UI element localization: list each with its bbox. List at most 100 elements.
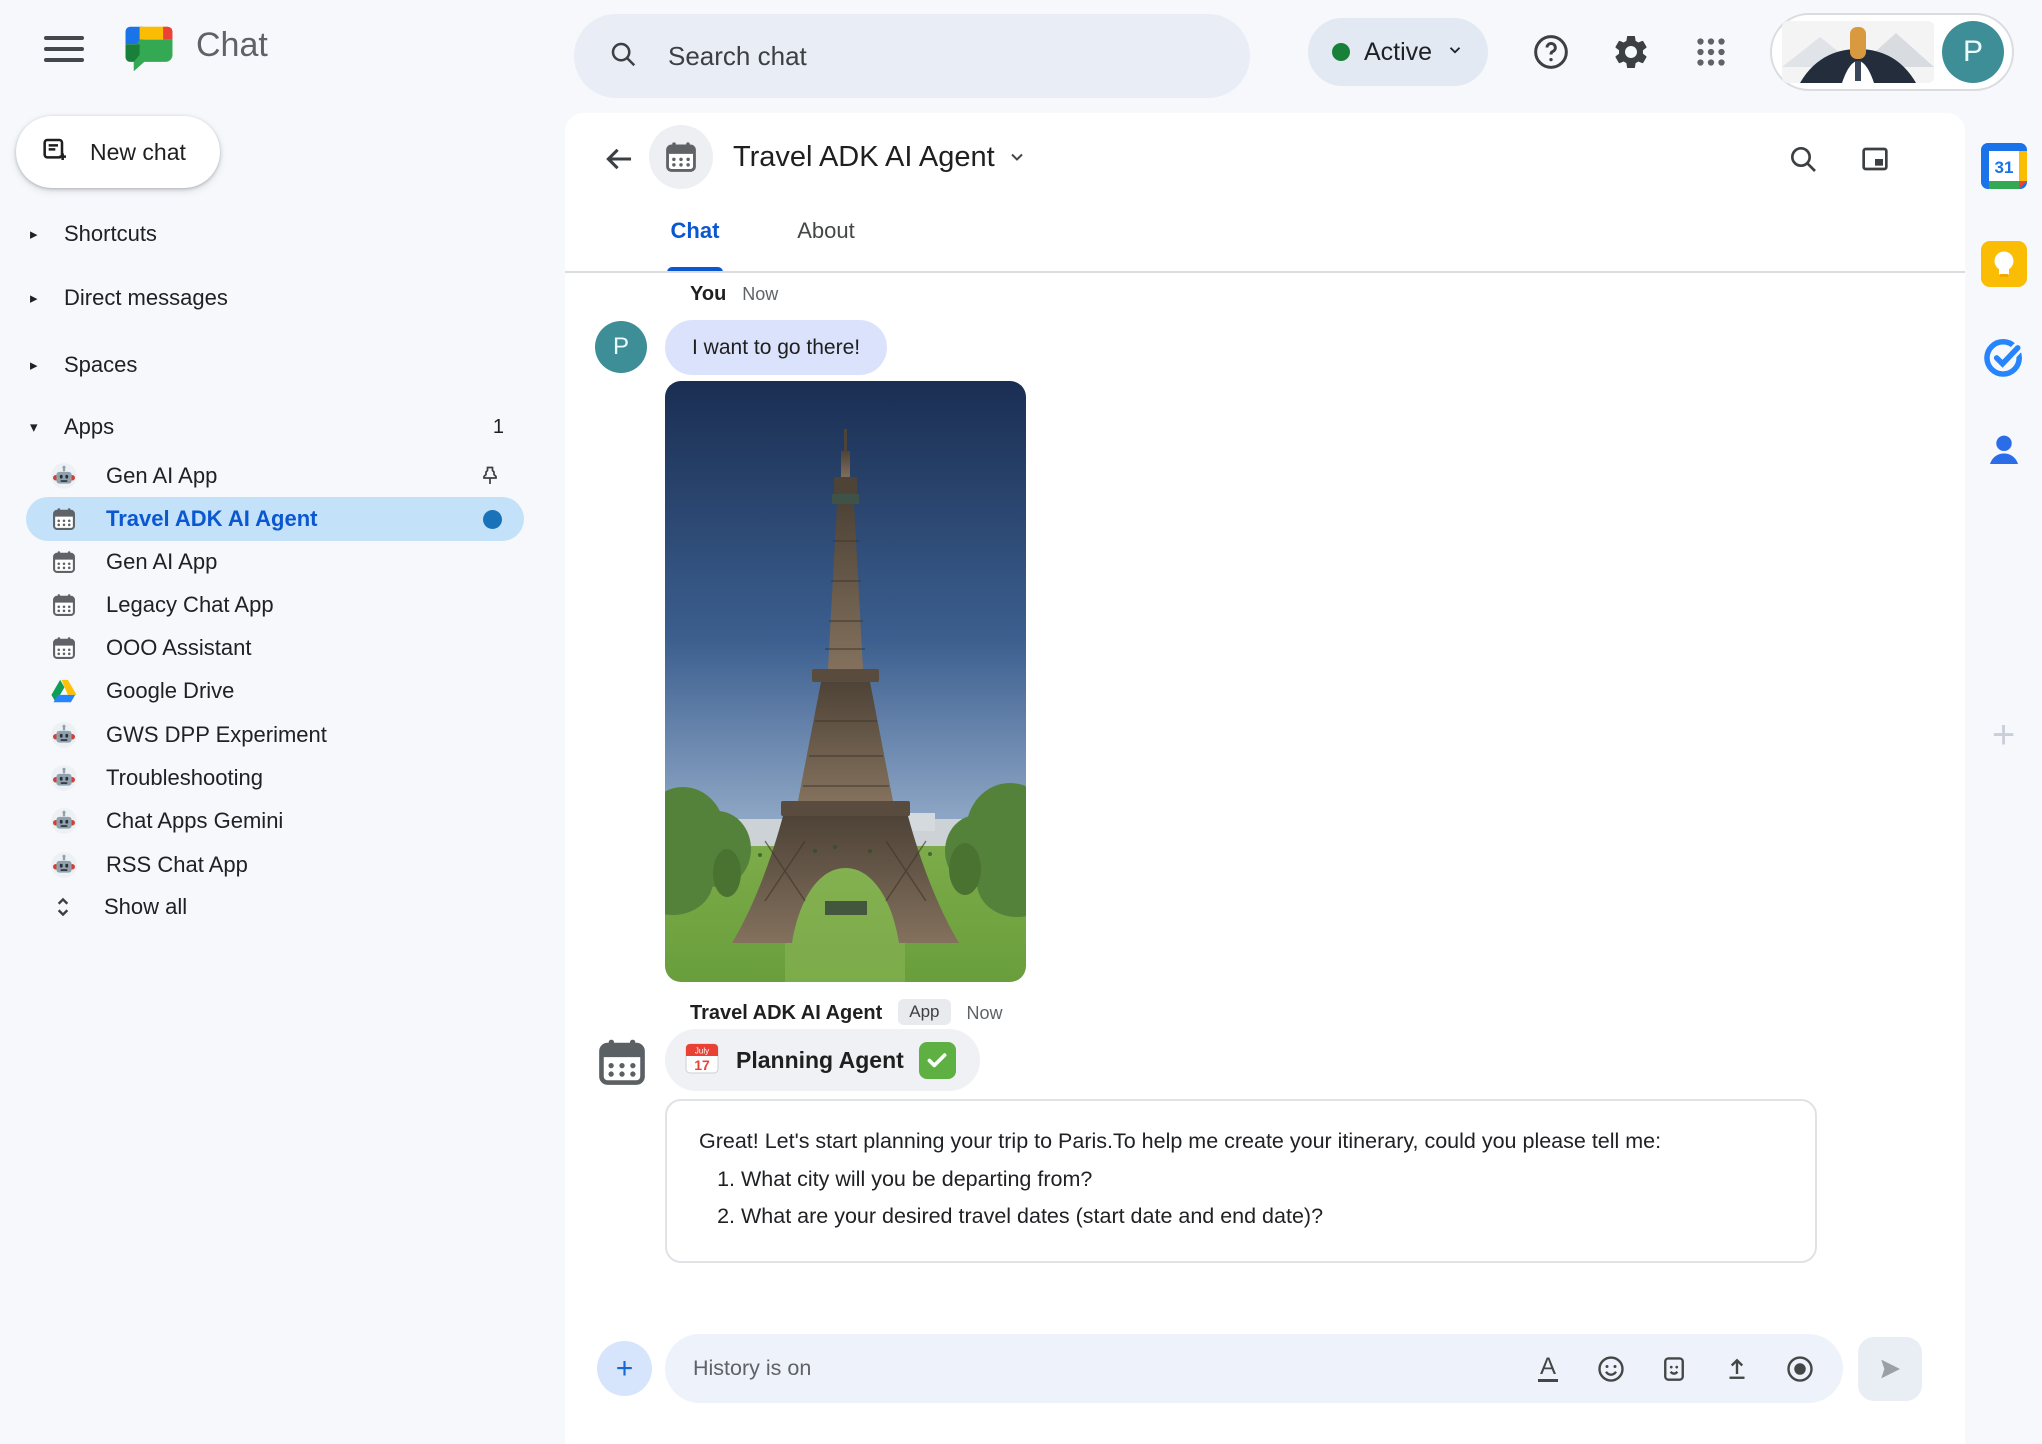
section-label: Shortcuts	[64, 221, 157, 247]
google-calendar-icon[interactable]: 31	[1981, 143, 2027, 194]
caret-right-icon: ▸	[30, 289, 46, 307]
gif-sticker-icon[interactable]	[1659, 1354, 1689, 1384]
google-chat-app: Chat Search chat Active	[0, 0, 2042, 1444]
show-all-button[interactable]: Show all	[26, 885, 524, 929]
add-panel-app-icon[interactable]: +	[1992, 713, 2015, 758]
side-panel-rail: 31 +	[1965, 113, 2042, 1444]
message-time: Now	[967, 1003, 1003, 1024]
sidebar-section-direct-messages[interactable]: ▸ Direct messages	[0, 272, 560, 324]
message-list-item: What are your desired travel dates (star…	[741, 1198, 1783, 1235]
sidebar-section-spaces[interactable]: ▸ Spaces	[0, 339, 560, 391]
top-header: Chat Search chat Active	[0, 0, 2042, 104]
help-icon[interactable]	[1525, 26, 1577, 78]
unfold-more-icon	[50, 894, 76, 920]
chip-label: Planning Agent	[736, 1047, 904, 1074]
robot-icon	[50, 462, 78, 490]
google-chat-logo	[120, 22, 178, 81]
status-label: Active	[1364, 38, 1432, 67]
sidebar-section-apps[interactable]: ▾ Apps 1	[0, 401, 560, 453]
contacts-icon[interactable]	[1983, 429, 2025, 476]
message-input[interactable]: History is on A	[665, 1334, 1843, 1403]
sender-name: You	[690, 283, 726, 306]
sidebar-item-chat-apps-gemini[interactable]: Chat Apps Gemini	[26, 799, 524, 843]
sidebar-item-legacy-chat-app[interactable]: Legacy Chat App	[26, 583, 524, 627]
message-list-item: What city will you be departing from?	[741, 1161, 1783, 1198]
add-attachment-button[interactable]: +	[597, 1341, 652, 1396]
profile-banner-image	[1782, 21, 1934, 83]
sidebar-item-rss-chat-app[interactable]: RSS Chat App	[26, 843, 524, 887]
robot-icon	[50, 807, 78, 835]
text-format-icon[interactable]: A	[1533, 1354, 1563, 1384]
show-all-label: Show all	[104, 894, 187, 920]
sidebar-item-ooo-assistant[interactable]: OOO Assistant	[26, 626, 524, 670]
conversation-header: Travel ADK AI Agent	[565, 113, 1965, 201]
google-drive-icon	[50, 677, 78, 705]
app-label: Troubleshooting	[106, 765, 263, 791]
sidebar-section-shortcuts[interactable]: ▸ Shortcuts	[0, 208, 560, 260]
upload-icon[interactable]	[1722, 1354, 1752, 1384]
page-title: Travel ADK AI Agent	[733, 113, 995, 201]
app-label: GWS DPP Experiment	[106, 722, 327, 748]
message-sender-line: You Now	[690, 283, 778, 306]
sidebar-item-gws-dpp-experiment[interactable]: GWS DPP Experiment	[26, 713, 524, 757]
settings-gear-icon[interactable]	[1605, 26, 1657, 78]
message-sender-line: Travel ADK AI Agent App Now	[690, 1001, 1003, 1027]
open-in-window-icon[interactable]	[1853, 137, 1897, 181]
search-input[interactable]: Search chat	[574, 14, 1250, 98]
chevron-down-icon	[1446, 41, 1464, 64]
search-placeholder: Search chat	[668, 41, 807, 72]
compose-icon	[40, 134, 72, 171]
sidebar-item-troubleshooting[interactable]: Troubleshooting	[26, 756, 524, 800]
app-label: OOO Assistant	[106, 635, 252, 661]
status-selector[interactable]: Active	[1308, 18, 1488, 86]
sidebar-item-travel-adk-ai-agent[interactable]: Travel ADK AI Agent	[26, 497, 524, 541]
agent-calendar-avatar	[593, 1033, 651, 1096]
google-tasks-icon[interactable]	[1982, 335, 2026, 384]
sidebar-item-gen-ai-app[interactable]: Gen AI App	[26, 454, 524, 498]
message-input-placeholder: History is on	[693, 1356, 1533, 1381]
record-video-icon[interactable]	[1785, 1354, 1815, 1384]
caret-right-icon: ▸	[30, 225, 46, 243]
search-in-conversation-icon[interactable]	[1781, 137, 1825, 181]
google-apps-grid-icon[interactable]	[1685, 26, 1737, 78]
sender-name: Travel ADK AI Agent	[690, 1002, 882, 1025]
tab-about[interactable]: About	[787, 201, 865, 267]
caret-down-icon: ▾	[30, 418, 46, 436]
calendar-icon	[50, 634, 78, 662]
app-label: Travel ADK AI Agent	[106, 506, 317, 532]
new-chat-button[interactable]: New chat	[16, 116, 220, 188]
app-label: Legacy Chat App	[106, 592, 274, 618]
google-keep-icon[interactable]	[1981, 241, 2027, 292]
sidebar-item-google-drive[interactable]: Google Drive	[26, 669, 524, 713]
conversation-title-menu[interactable]: Travel ADK AI Agent	[733, 113, 1027, 201]
chevron-down-icon	[1007, 147, 1027, 167]
svg-text:17: 17	[694, 1057, 710, 1073]
main-menu-icon[interactable]	[44, 36, 84, 64]
account-profile[interactable]: P	[1770, 13, 2014, 91]
app-label: Gen AI App	[106, 549, 217, 575]
pin-icon	[478, 464, 502, 488]
product-title: Chat	[196, 0, 268, 90]
send-button[interactable]	[1858, 1337, 1922, 1401]
svg-text:31: 31	[1994, 158, 2013, 177]
back-arrow-icon[interactable]	[597, 137, 641, 181]
caret-right-icon: ▸	[30, 356, 46, 374]
message-list: What city will you be departing from? Wh…	[699, 1161, 1783, 1235]
calendar-icon	[50, 505, 78, 533]
avatar: P	[1942, 21, 2004, 83]
eiffel-tower-photo[interactable]	[665, 381, 1026, 982]
new-chat-label: New chat	[90, 139, 186, 166]
tab-chat[interactable]: Chat	[663, 201, 727, 267]
sidebar-item-gen-ai-app-2[interactable]: Gen AI App	[26, 540, 524, 584]
check-mark-emoji	[919, 1042, 956, 1079]
agent-avatar	[649, 125, 713, 189]
app-label: Chat Apps Gemini	[106, 808, 283, 834]
sidebar: New chat ▸ Shortcuts ▸ Direct messages ▸…	[0, 104, 560, 1444]
app-label: Gen AI App	[106, 463, 217, 489]
calendar-emoji: July 17	[683, 1039, 721, 1082]
message-text: Great! Let's start planning your trip to…	[699, 1123, 1783, 1160]
divider	[565, 271, 1965, 273]
agent-message-card: Great! Let's start planning your trip to…	[665, 1099, 1817, 1263]
emoji-icon[interactable]	[1596, 1354, 1626, 1384]
message-time: Now	[742, 284, 778, 305]
